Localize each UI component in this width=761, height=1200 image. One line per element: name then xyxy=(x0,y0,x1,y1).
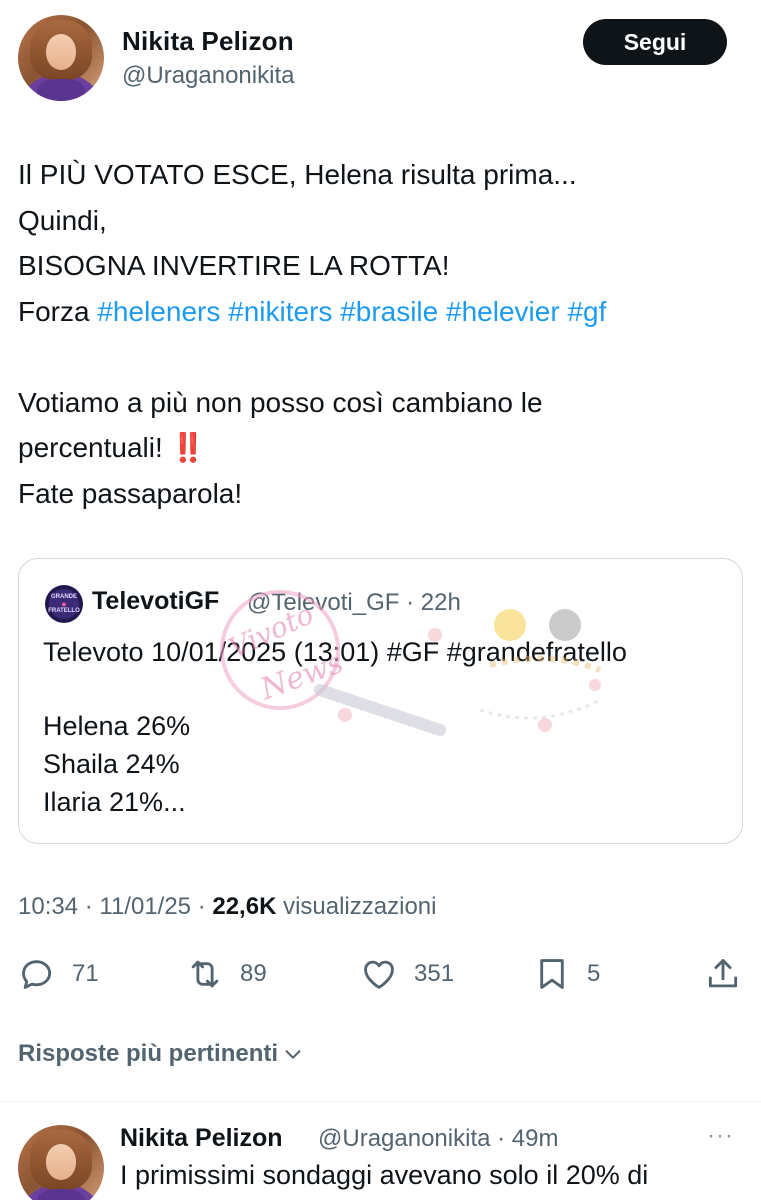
tweet-line: Votiamo a più non posso così cambiano le xyxy=(18,386,543,418)
views-count: 22,6K xyxy=(212,893,277,920)
replies-sort-label: Risposte più pertinenti xyxy=(18,1040,279,1067)
hashtag-link[interactable]: #helevier xyxy=(446,296,560,327)
quoted-tweet-text: Televoto 10/01/2025 (13:01) #GF #grandef… xyxy=(43,637,627,667)
chevron-down-icon xyxy=(285,1050,301,1059)
poll-result: Helena 26% xyxy=(43,711,191,741)
tweet-line-emoji: percentuali! ‼️ xyxy=(18,425,748,471)
author-handle[interactable]: @Uraganonikita xyxy=(122,62,294,90)
forza-text: Forza xyxy=(18,295,98,327)
reply-button[interactable]: 71 xyxy=(18,952,99,996)
quoted-tweet-card[interactable]: GRANDE ● FRATELLO TelevotiGF @Televoti_G… xyxy=(18,558,743,844)
poll-result: Ilaria 21%... xyxy=(43,787,186,817)
tweet-line-text: percentuali! xyxy=(18,432,163,463)
like-button[interactable]: 351 xyxy=(360,952,454,996)
follow-button[interactable]: Segui xyxy=(583,19,727,65)
bookmark-button[interactable]: 5 xyxy=(533,952,600,996)
reply-author-name[interactable]: Nikita Pelizon xyxy=(120,1124,283,1153)
hashtag-link[interactable]: #brasile xyxy=(340,296,438,327)
more-options-icon[interactable]: ··· xyxy=(707,1122,734,1150)
avatar-logo-text-bottom: FRATELLO xyxy=(48,607,80,614)
poll-result: Shaila 24% xyxy=(43,749,180,779)
reply-icon xyxy=(22,960,52,989)
reply-text: I primissimi sondaggi avevano solo il 20… xyxy=(120,1160,649,1190)
tweet-line-hashtags: Forza #heleners #nikiters #brasile #hele… xyxy=(18,289,748,335)
like-count: 351 xyxy=(414,960,455,987)
hashtag-link[interactable]: #nikiters xyxy=(228,296,332,327)
tweet-line: Fate passaparola! xyxy=(18,477,243,509)
reply-author-avatar[interactable] xyxy=(18,1125,104,1200)
tweet-timestamp-views: 10:34 · 11/01/25 · 22,6K visualizzazioni xyxy=(18,893,436,921)
author-avatar[interactable] xyxy=(18,15,104,101)
reply-count: 71 xyxy=(72,960,99,987)
tweet-text: Il PIÙ VOTATO ESCE, Helena risulta prima… xyxy=(18,152,748,516)
retweet-count: 89 xyxy=(240,960,267,987)
retweet-button[interactable]: 89 xyxy=(186,952,267,996)
timestamp[interactable]: 10:34 · 11/01/25 · xyxy=(18,893,212,920)
tweet-line: Quindi, xyxy=(18,204,107,236)
replies-sort-dropdown[interactable]: Risposte più pertinenti xyxy=(18,1040,304,1068)
share-button[interactable] xyxy=(704,952,742,996)
quoted-author-meta: @Televoti_GF · 22h xyxy=(247,589,461,616)
heart-icon xyxy=(364,960,394,989)
quoted-poll-results: Helena 26% Shaila 24% Ilaria 21%... xyxy=(43,707,190,821)
double-exclamation-emoji: ‼️ xyxy=(170,432,206,463)
views-label: visualizzazioni xyxy=(276,893,437,920)
reply-author-meta: @Uraganonikita · 49m xyxy=(318,1125,559,1152)
bookmark-count: 5 xyxy=(587,960,601,987)
tweet-line: Il PIÙ VOTATO ESCE, Helena risulta prima… xyxy=(18,159,577,190)
quoted-author-name: TelevotiGF xyxy=(92,587,220,615)
bookmark-icon xyxy=(540,959,564,989)
hashtag-link[interactable]: #gf xyxy=(567,296,606,327)
hashtag-link[interactable]: #heleners xyxy=(97,296,220,327)
section-divider xyxy=(0,1101,761,1102)
quoted-author-avatar: GRANDE ● FRATELLO xyxy=(45,585,83,623)
tweet-line: BISOGNA INVERTIRE LA ROTTA! xyxy=(18,250,450,281)
avatar-logo-mark: ● xyxy=(61,598,67,609)
retweet-icon xyxy=(191,960,219,988)
share-icon xyxy=(708,959,738,988)
author-name[interactable]: Nikita Pelizon xyxy=(122,26,294,57)
